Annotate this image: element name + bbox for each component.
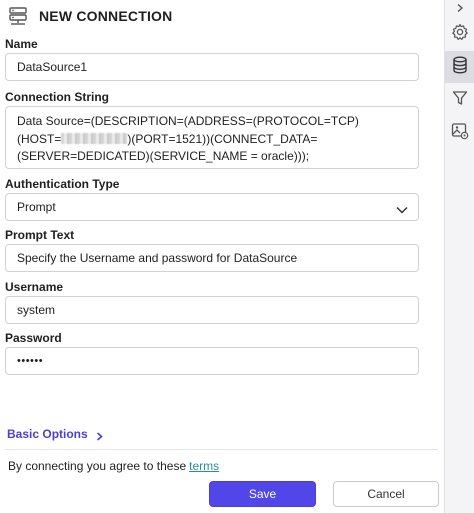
server-icon [8, 6, 28, 26]
auth-type-value: Prompt [17, 200, 56, 214]
password-input[interactable]: •••••• [5, 347, 419, 375]
settings-tab[interactable] [445, 18, 474, 50]
chevron-right-icon [456, 0, 464, 18]
image-settings-icon [451, 122, 469, 145]
prompt-text-label: Prompt Text [5, 228, 75, 242]
connection-string-textarea[interactable]: Data Source=(DESCRIPTION=(ADDRESS=(PROTO… [5, 106, 419, 169]
name-input[interactable]: DataSource1 [5, 53, 419, 81]
connection-string-label: Connection String [5, 90, 109, 104]
username-value: system [17, 303, 56, 317]
terms-link[interactable]: terms [189, 459, 219, 473]
connection-string-host-suffix: )(PORT=1521))(CONNECT_DATA= [127, 131, 318, 146]
basic-options-toggle[interactable]: Basic Options [7, 427, 103, 441]
save-button[interactable]: Save [209, 481, 316, 507]
name-label: Name [5, 37, 38, 51]
name-value: DataSource1 [17, 60, 88, 74]
connection-string-line3: (SERVER=DEDICATED)(SERVICE_NAME = oracle… [17, 149, 310, 163]
username-input[interactable]: system [5, 296, 419, 324]
chevron-right-icon [96, 430, 103, 441]
connection-string-host-prefix: (HOST= [17, 131, 62, 146]
terms-text: By connecting you agree to these [8, 459, 187, 473]
cancel-button[interactable]: Cancel [333, 481, 439, 507]
new-connection-panel: NEW CONNECTION Name DataSource1 Connecti… [0, 0, 444, 513]
filter-icon [452, 90, 468, 111]
database-icon [452, 56, 468, 79]
username-label: Username [5, 280, 64, 294]
chevron-down-icon [396, 203, 408, 214]
connection-string-line2: (HOST= )(PORT=1521))(CONNECT_DATA= [17, 131, 359, 149]
password-value: •••••• [17, 355, 44, 367]
password-label: Password [5, 331, 62, 345]
data-source-tab[interactable] [445, 51, 474, 83]
redacted-host [61, 132, 128, 144]
panel-header: NEW CONNECTION [8, 5, 172, 27]
connection-string-value: Data Source=(DESCRIPTION=(ADDRESS=(PROTO… [17, 113, 359, 166]
right-toolbar [444, 0, 474, 513]
connection-string-line1: Data Source=(DESCRIPTION=(ADDRESS=(PROTO… [17, 114, 359, 128]
gear-icon [451, 23, 469, 46]
divider [5, 449, 438, 450]
image-settings-tab[interactable] [445, 117, 474, 149]
auth-type-label: Authentication Type [5, 177, 120, 191]
prompt-text-input[interactable]: Specify the Username and password for Da… [5, 244, 419, 272]
terms-notice: By connecting you agree to these terms [8, 459, 219, 473]
auth-type-select[interactable]: Prompt [5, 193, 419, 221]
prompt-text-value: Specify the Username and password for Da… [17, 251, 298, 265]
basic-options-label: Basic Options [7, 427, 88, 441]
filter-tab[interactable] [445, 84, 474, 116]
page-title: NEW CONNECTION [39, 8, 173, 24]
collapse-button[interactable] [445, 0, 474, 18]
